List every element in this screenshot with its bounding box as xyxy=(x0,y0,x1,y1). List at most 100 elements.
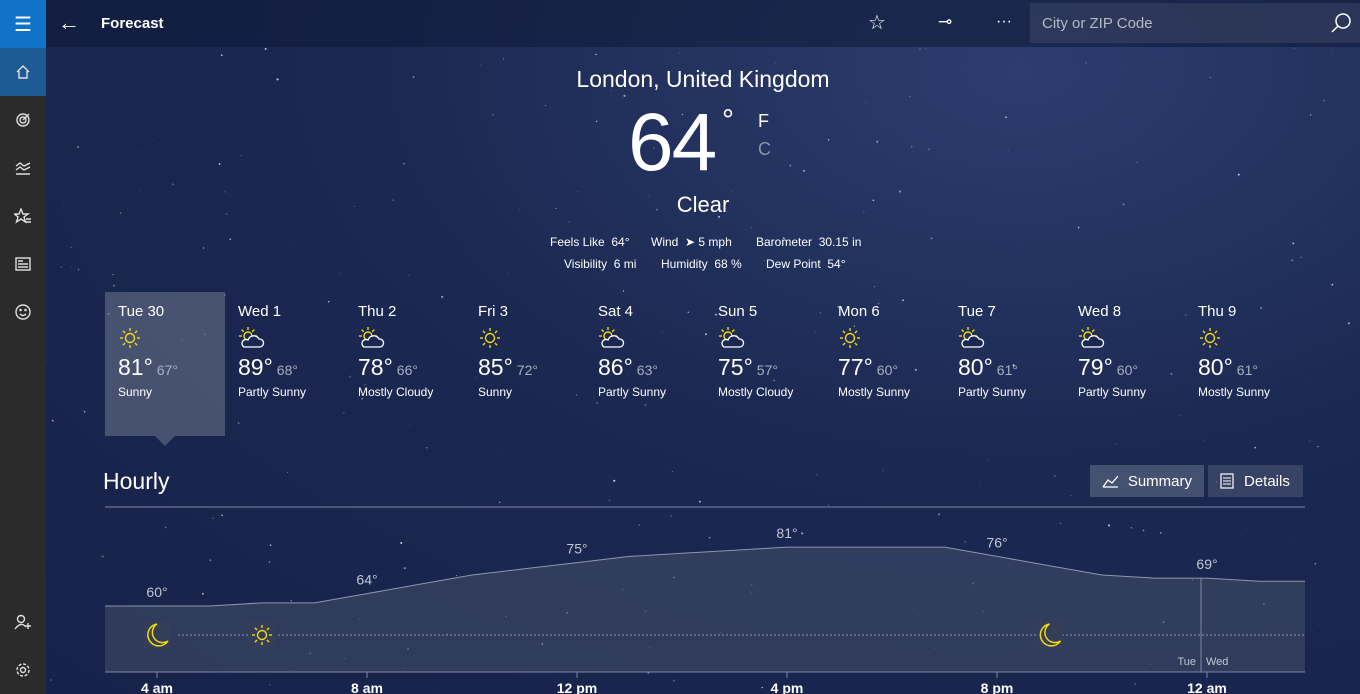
summary-button[interactable]: Summary xyxy=(1090,465,1204,497)
wind-direction-icon: ➤ xyxy=(685,235,696,249)
search-input[interactable]: City or ZIP Code xyxy=(1030,3,1360,43)
high-temp: 78° xyxy=(358,354,393,380)
sidebar-item-places[interactable] xyxy=(0,192,46,240)
day-name: Sat 4 xyxy=(598,303,634,320)
hourly-temp-label: 60° xyxy=(146,584,167,600)
day-label-right: Wed xyxy=(1206,656,1228,668)
favorites-icon xyxy=(14,208,31,224)
partly-sunny-icon xyxy=(239,327,265,348)
partly-sunny-icon xyxy=(359,327,385,348)
news-icon xyxy=(15,257,31,271)
low-temp: 61° xyxy=(996,362,1018,378)
favorite-star-button[interactable]: ☆ xyxy=(868,10,886,35)
day-condition: Sunny xyxy=(478,385,513,399)
day-forecast-8[interactable]: Wed 8 79° 60° Partly Sunny xyxy=(1065,292,1185,436)
low-temp: 60° xyxy=(1116,362,1138,378)
low-temp: 63° xyxy=(636,362,658,378)
partly-sunny-icon xyxy=(1079,327,1105,348)
day-forecast-7[interactable]: Tue 7 80° 61° Partly Sunny xyxy=(945,292,1065,436)
radar-icon xyxy=(16,113,30,127)
sun-icon xyxy=(1200,328,1220,348)
detail-wind: Wind ➤ 5 mph xyxy=(651,235,732,249)
day-name: Wed 1 xyxy=(238,303,282,320)
unit-fahrenheit-toggle[interactable]: F xyxy=(758,111,769,132)
page-title: Forecast xyxy=(101,15,164,32)
sun-icon xyxy=(480,328,500,348)
sidebar-item-historical[interactable] xyxy=(0,144,46,192)
high-temp: 79° xyxy=(1078,354,1113,380)
day-forecast-9[interactable]: Thu 9 80° 61° Mostly Sunny xyxy=(1185,292,1305,436)
detail-humidity: Humidity 68 % xyxy=(661,257,742,271)
detail-feels-like: Feels Like 64° xyxy=(550,235,630,249)
low-temp: 66° xyxy=(396,362,418,378)
day-forecast-2[interactable]: Thu 2 78° 66° Mostly Cloudy xyxy=(345,292,465,436)
degree-symbol: ° xyxy=(722,104,734,137)
hourly-temp-label: 81° xyxy=(776,525,797,541)
day-name: Thu 9 xyxy=(1198,303,1237,320)
day-label-left: Tue xyxy=(1177,656,1196,668)
sun-icon xyxy=(840,328,860,348)
high-temp: 80° xyxy=(1198,354,1233,380)
high-temp: 80° xyxy=(958,354,993,380)
pin-button[interactable]: ⊸ xyxy=(938,12,952,32)
daily-forecast-strip: Tue 30 81° 67° Sunny Wed 1 89° 68° Partly Sunny… xyxy=(105,292,1305,446)
time-label: 12 pm xyxy=(557,680,597,694)
hourly-temp-label: 69° xyxy=(1196,556,1217,572)
temperature-area xyxy=(105,547,1305,672)
time-label: 12 am xyxy=(1187,680,1227,694)
high-temp: 85° xyxy=(478,354,513,380)
current-temperature: 64 xyxy=(628,97,717,188)
high-temp: 86° xyxy=(598,354,633,380)
day-name: Tue 30 xyxy=(118,303,165,320)
day-condition: Mostly Cloudy xyxy=(358,385,434,399)
sidebar-item-maps[interactable] xyxy=(0,96,46,144)
detail-dew-point: Dew Point 54° xyxy=(766,257,846,271)
hourly-temp-label: 64° xyxy=(356,572,377,588)
day-name: Fri 3 xyxy=(478,303,508,320)
details-button[interactable]: Details xyxy=(1208,465,1303,497)
sidebar-item-news[interactable] xyxy=(0,240,46,288)
partly-sunny-icon xyxy=(959,327,985,348)
day-condition: Sunny xyxy=(118,385,153,399)
day-condition: Partly Sunny xyxy=(958,385,1027,399)
historical-icon xyxy=(15,162,31,175)
low-temp: 67° xyxy=(156,362,178,378)
sidebar-item-home[interactable] xyxy=(0,48,46,96)
search-icon[interactable] xyxy=(1330,12,1352,34)
day-forecast-1[interactable]: Wed 1 89° 68° Partly Sunny xyxy=(225,292,345,436)
top-bar: ← Forecast ☆ ⊸ ··· City or ZIP Code xyxy=(46,0,1360,47)
low-temp: 61° xyxy=(1236,362,1258,378)
high-temp: 81° xyxy=(118,354,153,380)
day-forecast-6[interactable]: Mon 6 77° 60° Mostly Sunny xyxy=(825,292,945,436)
moon-icon xyxy=(1036,622,1063,648)
day-condition: Mostly Sunny xyxy=(838,385,911,399)
time-label: 4 pm xyxy=(771,680,804,694)
detail-barometer: Barometer 30.15 in xyxy=(756,235,862,249)
sidebar-item-feedback[interactable] xyxy=(0,288,46,336)
location-name: London, United Kingdom xyxy=(576,66,830,92)
high-temp: 89° xyxy=(238,354,273,380)
feedback-icon xyxy=(15,304,31,320)
hourly-temp-label: 75° xyxy=(566,541,587,557)
high-temp: 75° xyxy=(718,354,753,380)
day-condition: Mostly Sunny xyxy=(1198,385,1271,399)
search-placeholder: City or ZIP Code xyxy=(1042,14,1153,32)
back-button[interactable]: ← xyxy=(58,10,80,36)
more-options-button[interactable]: ··· xyxy=(996,13,1012,31)
chart-icon xyxy=(1102,475,1118,488)
day-condition: Partly Sunny xyxy=(238,385,307,399)
day-forecast-0[interactable]: Tue 30 81° 67° Sunny xyxy=(105,292,225,446)
home-icon xyxy=(16,65,30,79)
day-name: Thu 2 xyxy=(358,303,397,320)
list-icon xyxy=(1220,473,1234,489)
detail-visibility: Visibility 6 mi xyxy=(564,257,637,271)
low-temp: 72° xyxy=(516,362,538,378)
day-forecast-4[interactable]: Sat 4 86° 63° Partly Sunny xyxy=(585,292,705,436)
day-name: Mon 6 xyxy=(838,303,880,320)
day-forecast-5[interactable]: Sun 5 75° 57° Mostly Cloudy xyxy=(705,292,825,436)
unit-celsius-toggle[interactable]: C xyxy=(758,139,771,160)
hourly-chart: Tue Wed 60° 64° 75° 81° 76° 69° 4 am 8 am 12 pm 4 p… xyxy=(105,506,1305,694)
day-forecast-3[interactable]: Fri 3 85° 72° Sunny xyxy=(465,292,585,436)
day-name: Sun 5 xyxy=(718,303,758,320)
hamburger-menu-button[interactable]: ☰ xyxy=(0,0,46,48)
